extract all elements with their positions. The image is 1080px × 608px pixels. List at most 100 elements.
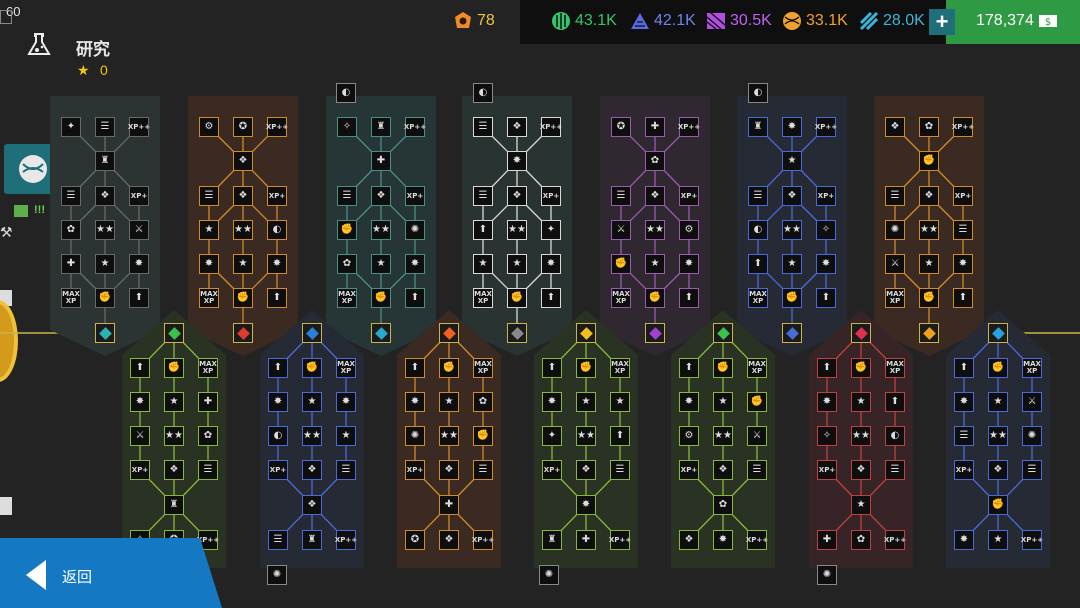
node-fist[interactable]: ✊ [645, 288, 665, 308]
node-star[interactable]: ★ [95, 254, 115, 274]
node-xp-plus[interactable]: XP+ [817, 460, 837, 480]
node-spark[interactable]: ✸ [679, 392, 699, 412]
node-stars[interactable]: ★★ [507, 220, 527, 240]
tier-gem-top[interactable] [919, 323, 939, 343]
node-upgrade[interactable]: ⬆ [953, 288, 973, 308]
node-fist[interactable]: ✊ [782, 288, 802, 308]
node-xp-pp[interactable]: XP++ [815, 117, 837, 137]
node-gear[interactable]: ✧ [817, 426, 837, 446]
node-max-xp[interactable]: MAX XP [885, 358, 905, 378]
node-upgrade[interactable]: ⬆ [679, 288, 699, 308]
node-xp-plus[interactable]: XP+ [679, 186, 699, 206]
node-max-xp[interactable]: MAX XP [748, 288, 768, 308]
node-upgrade[interactable]: ⬆ [542, 358, 562, 378]
node-cluster[interactable]: ❖ [851, 460, 871, 480]
tier-gem-bottom[interactable] [713, 323, 733, 343]
node-cycle[interactable]: ✿ [61, 220, 81, 240]
node-core[interactable]: ✊ [988, 495, 1008, 515]
node-xp-plus[interactable]: XP+ [541, 186, 561, 206]
tier-gem-bottom[interactable] [851, 323, 871, 343]
node-xp-plus[interactable]: XP+ [542, 460, 562, 480]
node-top[interactable]: ⚙ [199, 117, 219, 137]
node-list[interactable]: ☰ [748, 186, 768, 206]
node-list[interactable]: ☰ [611, 186, 631, 206]
node-cycle[interactable]: ✊ [337, 220, 357, 240]
node-upgrade[interactable]: ⬆ [267, 288, 287, 308]
node-max-xp[interactable]: MAX XP [611, 288, 631, 308]
node-list[interactable]: ☰ [337, 186, 357, 206]
node-fist[interactable]: ✊ [233, 288, 253, 308]
tier-gem-top[interactable] [371, 323, 391, 343]
node-max-xp[interactable]: MAX XP [473, 358, 493, 378]
node-top[interactable]: ✿ [919, 117, 939, 137]
node-upgrade[interactable]: ⬆ [954, 358, 974, 378]
node-xp-plus[interactable]: XP+ [954, 460, 974, 480]
node-gear[interactable]: ⚔ [130, 426, 150, 446]
node-gear[interactable]: ⚙ [679, 426, 699, 446]
tier-gem-bottom[interactable] [302, 323, 322, 343]
node-bottom[interactable]: ✪ [405, 530, 425, 550]
tier-gem-top[interactable] [782, 323, 802, 343]
node-core[interactable]: ♜ [164, 495, 184, 515]
node-list[interactable]: ☰ [885, 460, 905, 480]
node-xp-pp[interactable]: XP++ [1021, 530, 1043, 550]
node-spark[interactable]: ✸ [405, 254, 425, 274]
node-top[interactable]: ☰ [95, 117, 115, 137]
node-cluster[interactable]: ❖ [713, 460, 733, 480]
node-fist[interactable]: ✊ [713, 358, 733, 378]
node-fist[interactable]: ✊ [302, 358, 322, 378]
node-gear[interactable]: ☰ [954, 426, 974, 446]
node-list[interactable]: ☰ [61, 186, 81, 206]
node-star[interactable]: ★ [371, 254, 391, 274]
node-upgrade[interactable]: ⬆ [541, 288, 561, 308]
node-spark[interactable]: ✸ [954, 392, 974, 412]
node-star[interactable]: ★ [439, 392, 459, 412]
node-star[interactable]: ★ [576, 392, 596, 412]
node-xp-pp[interactable]: XP++ [404, 117, 426, 137]
back-button[interactable]: 返回 [0, 538, 222, 608]
node-tool[interactable]: ⬆ [885, 392, 905, 412]
node-star[interactable]: ★ [782, 254, 802, 274]
node-spark[interactable]: ✸ [268, 392, 288, 412]
node-extra[interactable]: ◐ [336, 83, 356, 103]
node-core[interactable]: ❖ [233, 151, 253, 171]
node-core[interactable]: ✸ [507, 151, 527, 171]
node-cluster[interactable]: ❖ [164, 460, 184, 480]
node-upgrade[interactable]: ⬆ [405, 288, 425, 308]
node-bottom[interactable]: ✚ [817, 530, 837, 550]
node-list[interactable]: ☰ [1022, 460, 1042, 480]
node-top[interactable]: ✧ [337, 117, 357, 137]
node-core[interactable]: ✚ [371, 151, 391, 171]
node-gear[interactable]: ☰ [953, 220, 973, 240]
node-cycle[interactable]: ✿ [198, 426, 218, 446]
node-tool[interactable]: ⚔ [1022, 392, 1042, 412]
node-core[interactable]: ★ [782, 151, 802, 171]
tier-gem-top[interactable] [507, 323, 527, 343]
node-xp-plus[interactable]: XP+ [405, 460, 425, 480]
node-tool[interactable]: ✚ [198, 392, 218, 412]
node-star[interactable]: ★ [851, 392, 871, 412]
node-extra[interactable]: ✺ [817, 565, 837, 585]
node-core[interactable]: ✿ [645, 151, 665, 171]
node-stars[interactable]: ★★ [645, 220, 665, 240]
node-fist[interactable]: ✊ [164, 358, 184, 378]
node-gear[interactable]: ⚙ [679, 220, 699, 240]
node-xp-plus[interactable]: XP+ [953, 186, 973, 206]
tier-gem-bottom[interactable] [576, 323, 596, 343]
node-gear[interactable]: ⚔ [129, 220, 149, 240]
node-max-xp[interactable]: MAX XP [885, 288, 905, 308]
node-top[interactable]: ✪ [233, 117, 253, 137]
node-stars[interactable]: ★★ [851, 426, 871, 446]
node-bottom[interactable]: ✸ [713, 530, 733, 550]
node-xp-plus[interactable]: XP+ [405, 186, 425, 206]
node-xp-pp[interactable]: XP++ [884, 530, 906, 550]
node-star[interactable]: ★ [233, 254, 253, 274]
node-upgrade[interactable]: ⬆ [405, 358, 425, 378]
node-top[interactable]: ✚ [645, 117, 665, 137]
node-top[interactable]: ♜ [371, 117, 391, 137]
node-stars[interactable]: ★★ [713, 426, 733, 446]
node-gear[interactable]: ✦ [542, 426, 562, 446]
node-top[interactable]: ♜ [748, 117, 768, 137]
node-list[interactable]: ☰ [199, 186, 219, 206]
node-tool[interactable]: ✿ [337, 254, 357, 274]
